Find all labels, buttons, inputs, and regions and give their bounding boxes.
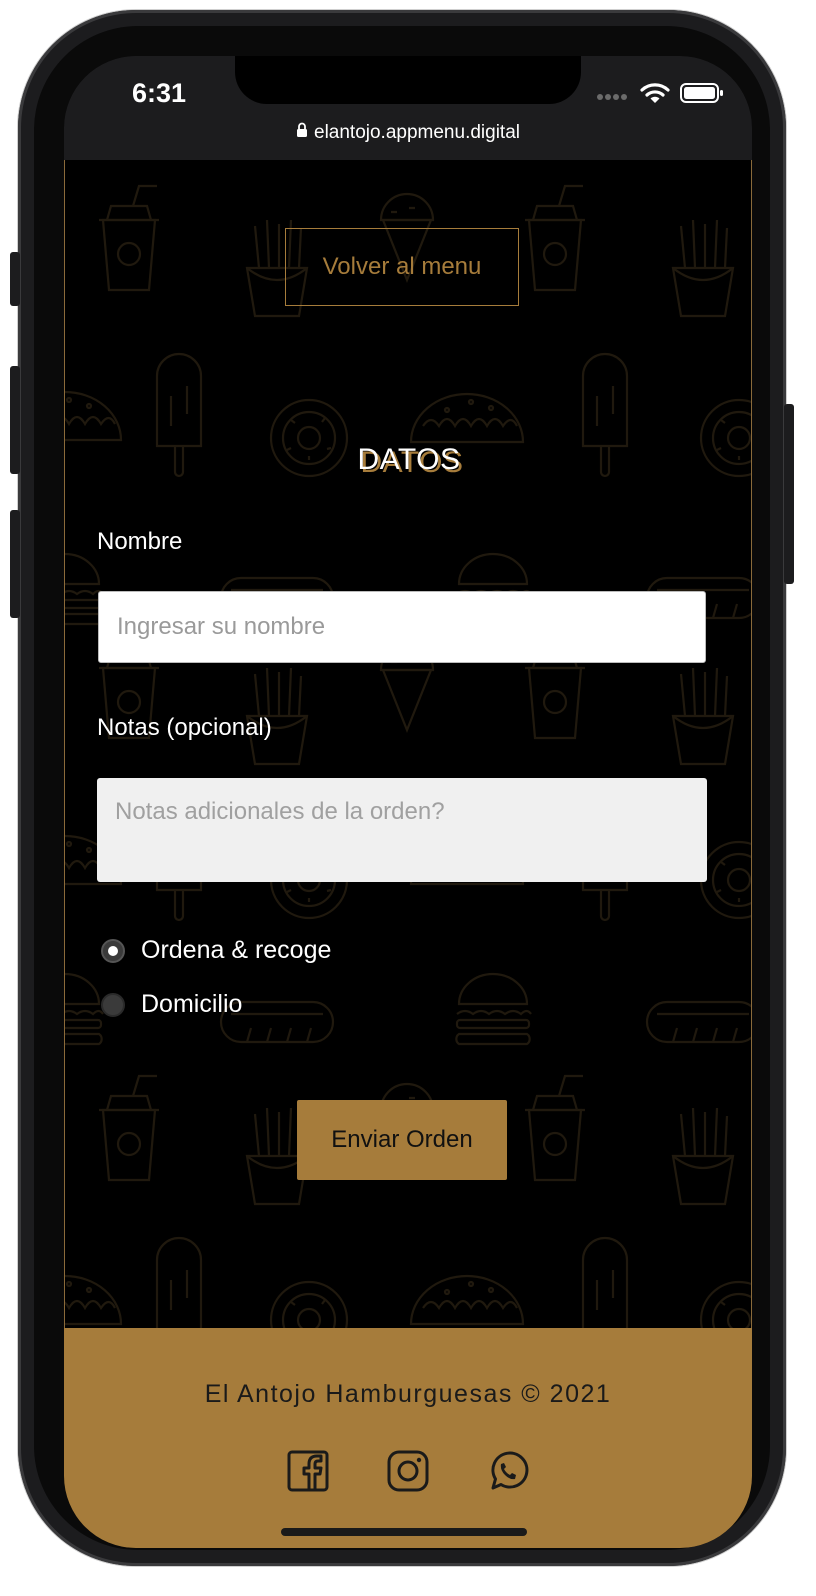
social-links — [64, 1450, 752, 1492]
radio-delivery-button[interactable] — [101, 992, 125, 1017]
url-text: elantojo.appmenu.digital — [314, 122, 520, 143]
power-button — [784, 404, 794, 584]
lock-icon — [296, 122, 308, 144]
name-label: Nombre — [97, 528, 183, 555]
radio-delivery-label: Domicilio — [141, 990, 243, 1018]
whatsapp-icon[interactable] — [487, 1450, 529, 1492]
name-input[interactable] — [98, 591, 706, 663]
submit-order-button[interactable]: Enviar Orden — [297, 1100, 507, 1180]
footer: El Antojo Hamburguesas © 2021 — [64, 1328, 752, 1548]
status-time: 6:31 — [132, 78, 187, 108]
notch — [235, 56, 581, 104]
radio-pickup-label: Ordena & recoge — [141, 936, 332, 964]
wifi-icon — [640, 82, 670, 108]
instagram-icon[interactable] — [387, 1450, 429, 1492]
home-indicator[interactable] — [281, 1528, 527, 1536]
notes-textarea[interactable] — [97, 778, 707, 882]
facebook-icon[interactable] — [287, 1450, 329, 1492]
mute-switch — [10, 252, 20, 306]
radio-pickup[interactable]: Ordena & recoge — [101, 936, 331, 965]
status-icons — [596, 82, 724, 108]
status-bar: 6:31 elantojo.appmenu.digital — [64, 56, 752, 160]
form-title: DATOS — [357, 443, 461, 476]
signal-icon — [596, 86, 630, 105]
notes-label: Notas (opcional) — [97, 714, 272, 741]
volume-up-button — [10, 366, 20, 474]
volume-down-button — [10, 510, 20, 618]
battery-icon — [680, 82, 724, 108]
screen: 6:31 elantojo.appmenu.digital Volver al … — [64, 56, 752, 1548]
copyright-text: El Antojo Hamburguesas © 2021 — [204, 1380, 612, 1408]
radio-delivery[interactable]: Domicilio — [101, 990, 242, 1019]
radio-pickup-button[interactable] — [101, 938, 125, 963]
back-to-menu-button[interactable]: Volver al menu — [285, 228, 519, 306]
order-form-page: Volver al menu DATOS Nombre Notas (opcio… — [64, 160, 752, 1328]
address-bar[interactable]: elantojo.appmenu.digital — [64, 122, 752, 144]
